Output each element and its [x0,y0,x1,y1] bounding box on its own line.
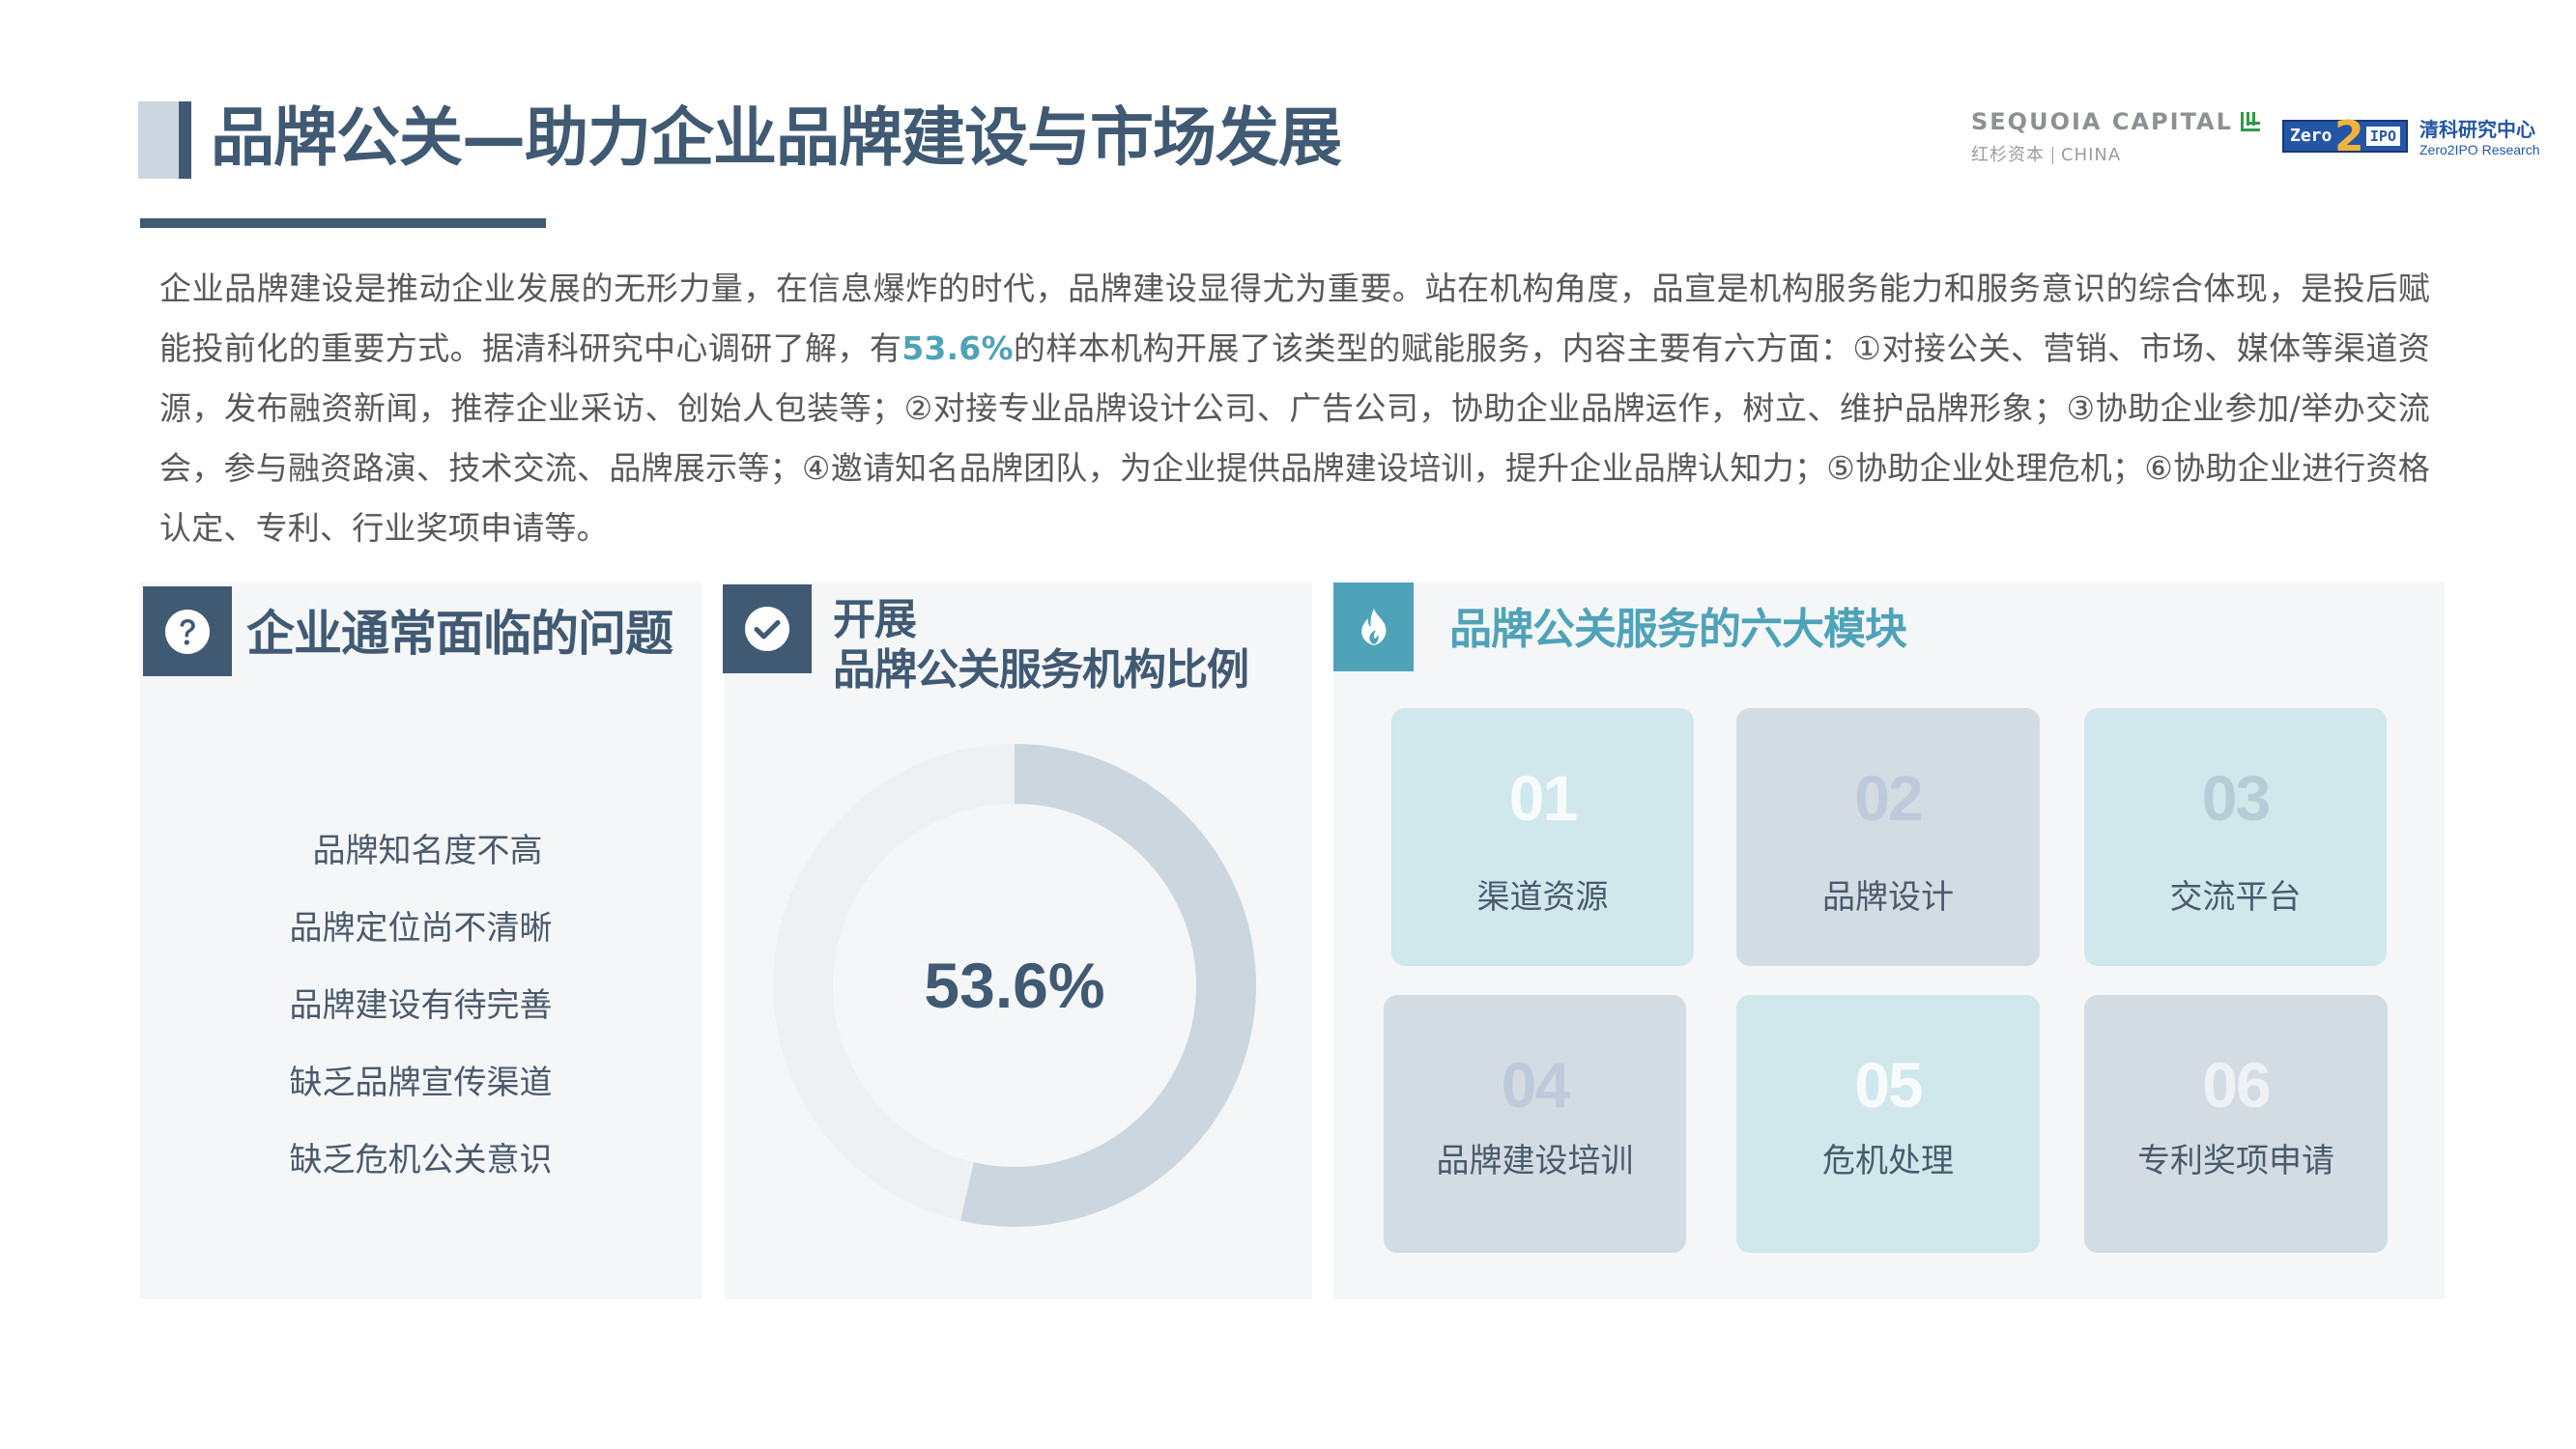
intro-paragraph: 企业品牌建设是推动企业发展的无形力量，在信息爆炸的时代，品牌建设显得尤为重要。站… [159,259,2430,558]
intro-highlight-percentage: 53.6% [902,329,1014,367]
ratio-title: 开展 品牌公关服务机构比例 [833,595,1249,696]
module-card: 05 危机处理 [1736,995,2040,1253]
module-card: 04 品牌建设培训 [1384,995,1686,1253]
modules-title: 品牌公关服务的六大模块 [1449,605,1907,654]
zero2ipo-badge-two: 2 [2334,111,2364,161]
module-card-label: 专利奖项申请 [2137,1142,2334,1180]
title-underline [140,218,546,228]
module-card-label: 品牌设计 [1822,878,1954,917]
sequoia-leaf-icon [2240,112,2260,131]
problem-item: 品牌定位尚不清晰 [289,909,553,948]
module-card-number: 01 [1508,762,1578,834]
zero2ipo-badge-ipo: IPO [2365,126,2400,146]
module-card-number: 03 [2201,762,2271,834]
title-accent-bar-light [138,101,179,179]
sequoia-capital-logo: SEQUOIA CAPITAL 红杉资本 CHINA [1971,108,2261,172]
zero2ipo-name-cn: 清科研究中心 [2419,118,2535,141]
check-icon [723,584,812,673]
question-icon [143,586,232,676]
module-card: 03 交流平台 [2084,708,2387,966]
module-card-label: 交流平台 [2169,878,2302,917]
problem-item: 缺乏品牌宣传渠道 [289,1064,553,1102]
donut-center-label: 53.6% [924,950,1105,1021]
problem-item: 品牌建设有待完善 [289,986,553,1025]
module-card: 01 渠道资源 [1391,708,1694,966]
module-card-label: 危机处理 [1822,1142,1954,1180]
sequoia-separator [2052,147,2053,164]
module-card-number: 06 [2202,1049,2271,1121]
module-card-number: 05 [1854,1049,1923,1121]
module-card-number: 02 [1854,762,1923,834]
ratio-title-line1: 开展 [833,595,917,644]
zero2ipo-badge-zero: Zero [2290,126,2333,146]
module-card: 06 专利奖项申请 [2084,995,2388,1253]
problems-list: 品牌知名度不高 品牌定位尚不清晰 品牌建设有待完善 缺乏品牌宣传渠道 缺乏危机公… [140,821,701,1208]
ratio-title-line2: 品牌公关服务机构比例 [833,645,1249,695]
module-card-number: 04 [1501,1049,1570,1121]
page-title: 品牌公关—助力企业品牌建设与市场发展 [211,100,1342,175]
module-card-label: 品牌建设培训 [1436,1142,1634,1180]
problem-item: 品牌知名度不高 [312,832,543,870]
title-accent-bar-dark [179,101,191,179]
module-card-label: 渠道资源 [1476,878,1609,917]
sequoia-name: SEQUOIA CAPITAL [1971,108,2233,135]
zero2ipo-name-en: Zero2IPO Research [2419,142,2540,157]
zero2ipo-logo: Zero 2 IPO 清科研究中心 Zero2IPO Research [2282,114,2540,157]
sequoia-sub-cn: 红杉资本 [1971,145,2045,165]
problems-title: 企业通常面临的问题 [246,606,673,662]
problem-item: 缺乏危机公关意识 [289,1141,553,1179]
zero2ipo-badge: Zero 2 IPO [2282,115,2408,157]
fire-icon [1333,582,1414,671]
module-card: 02 品牌设计 [1736,708,2040,966]
sequoia-sub-en: CHINA [2061,145,2122,165]
